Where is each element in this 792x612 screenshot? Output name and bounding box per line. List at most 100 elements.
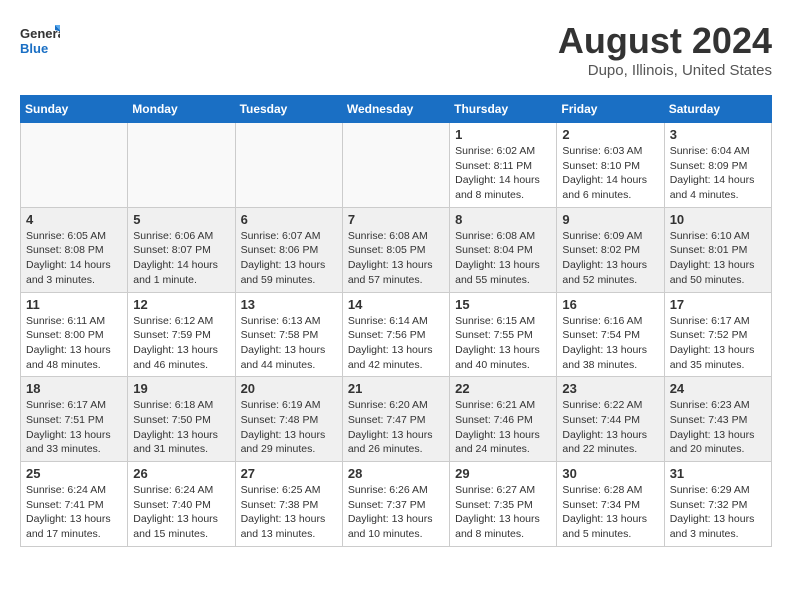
day-number: 24	[670, 381, 766, 396]
day-header-saturday: Saturday	[664, 96, 771, 123]
calendar-cell: 9 Sunrise: 6:09 AM Sunset: 8:02 PM Daylig…	[557, 207, 664, 292]
day-number: 18	[26, 381, 122, 396]
day-number: 30	[562, 466, 658, 481]
svg-text:Blue: Blue	[20, 41, 48, 56]
calendar-cell: 22 Sunrise: 6:21 AM Sunset: 7:46 PM Dayli…	[450, 377, 557, 462]
day-number: 8	[455, 212, 551, 227]
day-info: Sunrise: 6:27 AM Sunset: 7:35 PM Dayligh…	[455, 483, 551, 542]
calendar-week-1: 1Sunrise: 6:02 AM Sunset: 8:11 PM Daylig…	[21, 123, 772, 208]
calendar-cell: 16Sunrise: 6:16 AM Sunset: 7:54 PM Dayli…	[557, 292, 664, 377]
calendar-cell: 23 Sunrise: 6:22 AM Sunset: 7:44 PM Dayli…	[557, 377, 664, 462]
calendar-cell: 14 Sunrise: 6:14 AM Sunset: 7:56 PM Dayli…	[342, 292, 449, 377]
day-info: Sunrise: 6:24 AM Sunset: 7:41 PM Dayligh…	[26, 483, 122, 542]
day-info: Sunrise: 6:19 AM Sunset: 7:48 PM Dayligh…	[241, 398, 337, 457]
day-number: 28	[348, 466, 444, 481]
calendar-cell: 1Sunrise: 6:02 AM Sunset: 8:11 PM Daylig…	[450, 123, 557, 208]
day-info: Sunrise: 6:18 AM Sunset: 7:50 PM Dayligh…	[133, 398, 229, 457]
calendar-cell: 7Sunrise: 6:08 AM Sunset: 8:05 PM Daylig…	[342, 207, 449, 292]
day-info: Sunrise: 6:24 AM Sunset: 7:40 PM Dayligh…	[133, 483, 229, 542]
day-number: 15	[455, 297, 551, 312]
day-info: Sunrise: 6:04 AM Sunset: 8:09 PM Dayligh…	[670, 144, 766, 203]
day-number: 31	[670, 466, 766, 481]
day-number: 11	[26, 297, 122, 312]
day-info: Sunrise: 6:20 AM Sunset: 7:47 PM Dayligh…	[348, 398, 444, 457]
calendar-cell: 17 Sunrise: 6:17 AM Sunset: 7:52 PM Dayli…	[664, 292, 771, 377]
month-title: August 2024	[558, 20, 772, 62]
calendar-cell: 3 Sunrise: 6:04 AM Sunset: 8:09 PM Daylig…	[664, 123, 771, 208]
day-info: Sunrise: 6:10 AM Sunset: 8:01 PM Dayligh…	[670, 229, 766, 288]
calendar-header-row: SundayMondayTuesdayWednesdayThursdayFrid…	[21, 96, 772, 123]
day-info: Sunrise: 6:23 AM Sunset: 7:43 PM Dayligh…	[670, 398, 766, 457]
day-number: 29	[455, 466, 551, 481]
day-number: 22	[455, 381, 551, 396]
day-number: 19	[133, 381, 229, 396]
calendar-cell: 25 Sunrise: 6:24 AM Sunset: 7:41 PM Dayli…	[21, 462, 128, 547]
day-info: Sunrise: 6:25 AM Sunset: 7:38 PM Dayligh…	[241, 483, 337, 542]
calendar-cell: 13 Sunrise: 6:13 AM Sunset: 7:58 PM Dayli…	[235, 292, 342, 377]
calendar-week-2: 4 Sunrise: 6:05 AM Sunset: 8:08 PM Daylig…	[21, 207, 772, 292]
calendar-cell: 2Sunrise: 6:03 AM Sunset: 8:10 PM Daylig…	[557, 123, 664, 208]
day-info: Sunrise: 6:13 AM Sunset: 7:58 PM Dayligh…	[241, 314, 337, 373]
page-header: General Blue August 2024 Dupo, Illinois,…	[20, 20, 772, 79]
day-info: Sunrise: 6:17 AM Sunset: 7:51 PM Dayligh…	[26, 398, 122, 457]
day-number: 3	[670, 127, 766, 142]
day-info: Sunrise: 6:29 AM Sunset: 7:32 PM Dayligh…	[670, 483, 766, 542]
calendar-cell	[235, 123, 342, 208]
day-number: 12	[133, 297, 229, 312]
day-info: Sunrise: 6:26 AM Sunset: 7:37 PM Dayligh…	[348, 483, 444, 542]
calendar-cell: 6Sunrise: 6:07 AM Sunset: 8:06 PM Daylig…	[235, 207, 342, 292]
title-block: August 2024 Dupo, Illinois, United State…	[558, 20, 772, 79]
calendar-week-4: 18 Sunrise: 6:17 AM Sunset: 7:51 PM Dayli…	[21, 377, 772, 462]
day-number: 27	[241, 466, 337, 481]
day-info: Sunrise: 6:21 AM Sunset: 7:46 PM Dayligh…	[455, 398, 551, 457]
calendar-cell: 11 Sunrise: 6:11 AM Sunset: 8:00 PM Dayli…	[21, 292, 128, 377]
calendar-cell: 15Sunrise: 6:15 AM Sunset: 7:55 PM Dayli…	[450, 292, 557, 377]
day-number: 1	[455, 127, 551, 142]
day-number: 4	[26, 212, 122, 227]
day-info: Sunrise: 6:06 AM Sunset: 8:07 PM Dayligh…	[133, 229, 229, 288]
day-info: Sunrise: 6:05 AM Sunset: 8:08 PM Dayligh…	[26, 229, 122, 288]
calendar-cell	[21, 123, 128, 208]
day-info: Sunrise: 6:28 AM Sunset: 7:34 PM Dayligh…	[562, 483, 658, 542]
day-header-thursday: Thursday	[450, 96, 557, 123]
calendar-week-5: 25 Sunrise: 6:24 AM Sunset: 7:41 PM Dayli…	[21, 462, 772, 547]
calendar-cell: 24 Sunrise: 6:23 AM Sunset: 7:43 PM Dayli…	[664, 377, 771, 462]
calendar-cell: 28 Sunrise: 6:26 AM Sunset: 7:37 PM Dayli…	[342, 462, 449, 547]
logo-icon: General Blue	[20, 20, 60, 60]
day-info: Sunrise: 6:14 AM Sunset: 7:56 PM Dayligh…	[348, 314, 444, 373]
day-info: Sunrise: 6:09 AM Sunset: 8:02 PM Dayligh…	[562, 229, 658, 288]
day-info: Sunrise: 6:11 AM Sunset: 8:00 PM Dayligh…	[26, 314, 122, 373]
calendar-cell: 27 Sunrise: 6:25 AM Sunset: 7:38 PM Dayli…	[235, 462, 342, 547]
calendar-cell: 20 Sunrise: 6:19 AM Sunset: 7:48 PM Dayli…	[235, 377, 342, 462]
day-info: Sunrise: 6:12 AM Sunset: 7:59 PM Dayligh…	[133, 314, 229, 373]
day-number: 23	[562, 381, 658, 396]
day-header-friday: Friday	[557, 96, 664, 123]
location: Dupo, Illinois, United States	[558, 62, 772, 79]
calendar-body: 1Sunrise: 6:02 AM Sunset: 8:11 PM Daylig…	[21, 123, 772, 547]
day-number: 7	[348, 212, 444, 227]
day-number: 26	[133, 466, 229, 481]
calendar-cell: 5 Sunrise: 6:06 AM Sunset: 8:07 PM Daylig…	[128, 207, 235, 292]
calendar-table: SundayMondayTuesdayWednesdayThursdayFrid…	[20, 95, 772, 547]
logo: General Blue	[20, 20, 60, 65]
calendar-cell: 21 Sunrise: 6:20 AM Sunset: 7:47 PM Dayli…	[342, 377, 449, 462]
day-header-monday: Monday	[128, 96, 235, 123]
calendar-cell: 31 Sunrise: 6:29 AM Sunset: 7:32 PM Dayli…	[664, 462, 771, 547]
day-number: 21	[348, 381, 444, 396]
calendar-cell: 18 Sunrise: 6:17 AM Sunset: 7:51 PM Dayli…	[21, 377, 128, 462]
calendar-cell: 26 Sunrise: 6:24 AM Sunset: 7:40 PM Dayli…	[128, 462, 235, 547]
day-number: 16	[562, 297, 658, 312]
day-number: 13	[241, 297, 337, 312]
day-number: 20	[241, 381, 337, 396]
calendar-cell: 10Sunrise: 6:10 AM Sunset: 8:01 PM Dayli…	[664, 207, 771, 292]
day-number: 25	[26, 466, 122, 481]
day-number: 9	[562, 212, 658, 227]
day-number: 5	[133, 212, 229, 227]
day-number: 14	[348, 297, 444, 312]
calendar-cell: 19 Sunrise: 6:18 AM Sunset: 7:50 PM Dayli…	[128, 377, 235, 462]
day-number: 17	[670, 297, 766, 312]
calendar-cell: 12 Sunrise: 6:12 AM Sunset: 7:59 PM Dayli…	[128, 292, 235, 377]
calendar-week-3: 11 Sunrise: 6:11 AM Sunset: 8:00 PM Dayli…	[21, 292, 772, 377]
day-info: Sunrise: 6:17 AM Sunset: 7:52 PM Dayligh…	[670, 314, 766, 373]
day-info: Sunrise: 6:22 AM Sunset: 7:44 PM Dayligh…	[562, 398, 658, 457]
